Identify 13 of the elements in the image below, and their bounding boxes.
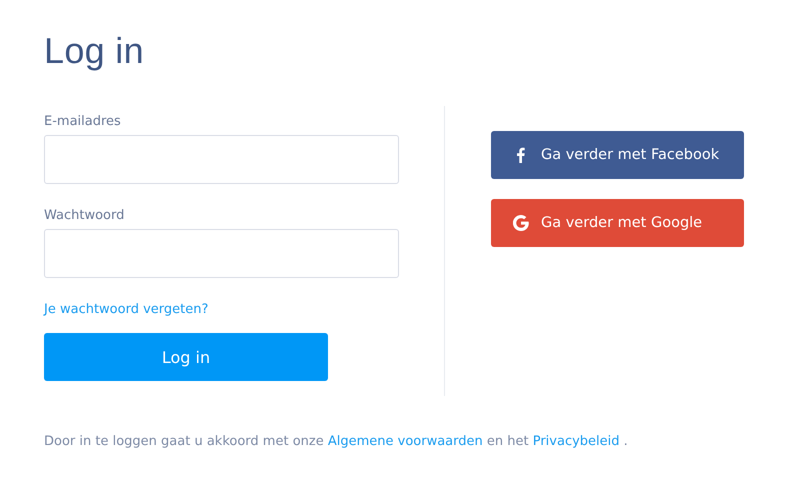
terms-link[interactable]: Algemene voorwaarden: [328, 434, 483, 449]
field-label: E-mailadres: [44, 114, 121, 129]
field-label: Wachtwoord: [44, 208, 124, 223]
terms-link[interactable]: Privacybeleid: [532, 434, 620, 449]
input-field[interactable]: [44, 229, 399, 278]
input-field[interactable]: [44, 135, 399, 184]
terms-notice: Door in te loggen gaat u akkoord met onze Algemene voorwaarden en het Privacybeleid .: [44, 434, 629, 449]
g-letter-icon: [513, 215, 529, 231]
page-title: Log in: [44, 30, 144, 72]
google-login-button[interactable]: Ga verder met Google: [491, 199, 744, 247]
login-button[interactable]: Log in: [44, 333, 328, 381]
forgot-password-link[interactable]: Je wachtwoord vergeten?: [44, 302, 208, 317]
facebook-login-button[interactable]: Ga verder met Facebook: [491, 131, 744, 179]
